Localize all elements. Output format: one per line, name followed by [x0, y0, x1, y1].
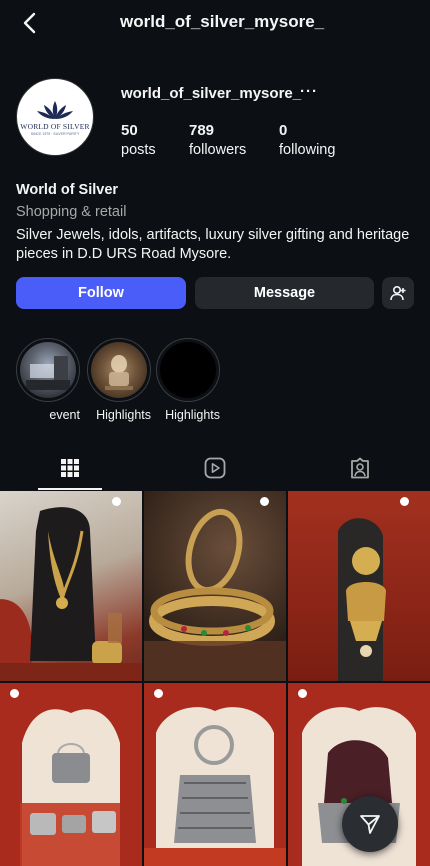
stat-following-value: 0 — [279, 122, 288, 139]
bangles-image — [144, 508, 286, 681]
stat-following-label: following — [279, 142, 336, 158]
post-watermark — [112, 497, 121, 507]
highlight-cover-idol — [91, 342, 147, 398]
message-button[interactable]: Message — [195, 277, 374, 309]
stat-followers-label: followers — [189, 142, 247, 158]
post-watermark — [298, 689, 307, 699]
profile-category: Shopping & retail — [16, 204, 127, 220]
necklace-bust-image — [0, 507, 142, 681]
follow-button[interactable]: Follow — [16, 277, 186, 309]
avatar[interactable]: WORLD OF SILVER SINCE 1975 · SILVER PURI… — [16, 78, 94, 156]
highlight-2[interactable]: Highlights — [156, 338, 220, 424]
highlight-cover-empty — [160, 342, 216, 398]
avatar-logo-subtext: SINCE 1975 · SILVER PURITY — [30, 131, 80, 136]
highlight-cover-event — [20, 342, 76, 398]
tagged-icon — [351, 457, 369, 479]
stat-followers-value: 789 — [189, 122, 215, 139]
highlight-event[interactable]: event — [16, 338, 80, 424]
highlight-label: Highlights — [96, 408, 151, 422]
profile-display-name: World of Silver — [16, 182, 119, 198]
highlight-ring — [16, 338, 80, 402]
silver-handbag-image — [144, 707, 286, 866]
tab-tagged[interactable] — [328, 446, 392, 490]
more-options-button[interactable]: ··· — [300, 83, 318, 100]
suggested-users-button[interactable] — [382, 277, 414, 309]
silver-purses-image — [20, 709, 120, 866]
highlight-ring — [156, 338, 220, 402]
event-scene-image — [26, 356, 70, 390]
post-thumbnail[interactable] — [0, 683, 142, 866]
stat-followers[interactable]: 789 followers — [189, 122, 246, 158]
highlight-label: Highlights — [165, 408, 220, 422]
highlight-label-event: event — [49, 408, 80, 422]
stat-posts: 50 posts — [121, 122, 156, 158]
stat-posts-value: 50 — [121, 122, 138, 139]
share-button[interactable] — [342, 796, 398, 852]
post-thumbnail[interactable] — [288, 491, 430, 681]
chevron-left-icon — [23, 12, 36, 34]
grid-icon — [61, 459, 79, 477]
post-watermark — [10, 689, 19, 699]
stat-posts-label: posts — [121, 142, 156, 158]
page-title: world_of_silver_mysore_ — [120, 12, 325, 31]
highlight-1[interactable]: Highlights — [87, 338, 151, 424]
back-button[interactable] — [14, 8, 44, 38]
jhumka-earring-image — [338, 518, 386, 681]
avatar-logo-text: WORLD OF SILVER — [20, 121, 90, 131]
highlight-ring — [87, 338, 151, 402]
post-watermark — [260, 497, 269, 507]
tab-reels[interactable] — [183, 446, 247, 490]
lotus-logo-icon — [37, 100, 73, 119]
post-thumbnail[interactable] — [144, 683, 286, 866]
profile-bio: Silver Jewels, idols, artifacts, luxury … — [16, 227, 410, 262]
reels-icon — [204, 457, 226, 479]
send-icon — [360, 815, 380, 834]
tab-posts-grid[interactable] — [38, 446, 102, 490]
idol-image — [105, 355, 133, 390]
add-user-icon — [390, 285, 406, 301]
post-watermark — [154, 689, 163, 699]
top-bar: world_of_silver_mysore_ — [0, 0, 430, 46]
active-tab-indicator — [38, 488, 102, 490]
post-thumbnail[interactable] — [0, 491, 142, 681]
profile-tabs — [0, 446, 430, 490]
post-watermark — [400, 497, 409, 507]
post-thumbnail[interactable] — [144, 491, 286, 681]
stat-following[interactable]: 0 following — [279, 122, 335, 158]
profile-username: world_of_silver_mysore_ — [121, 85, 302, 102]
